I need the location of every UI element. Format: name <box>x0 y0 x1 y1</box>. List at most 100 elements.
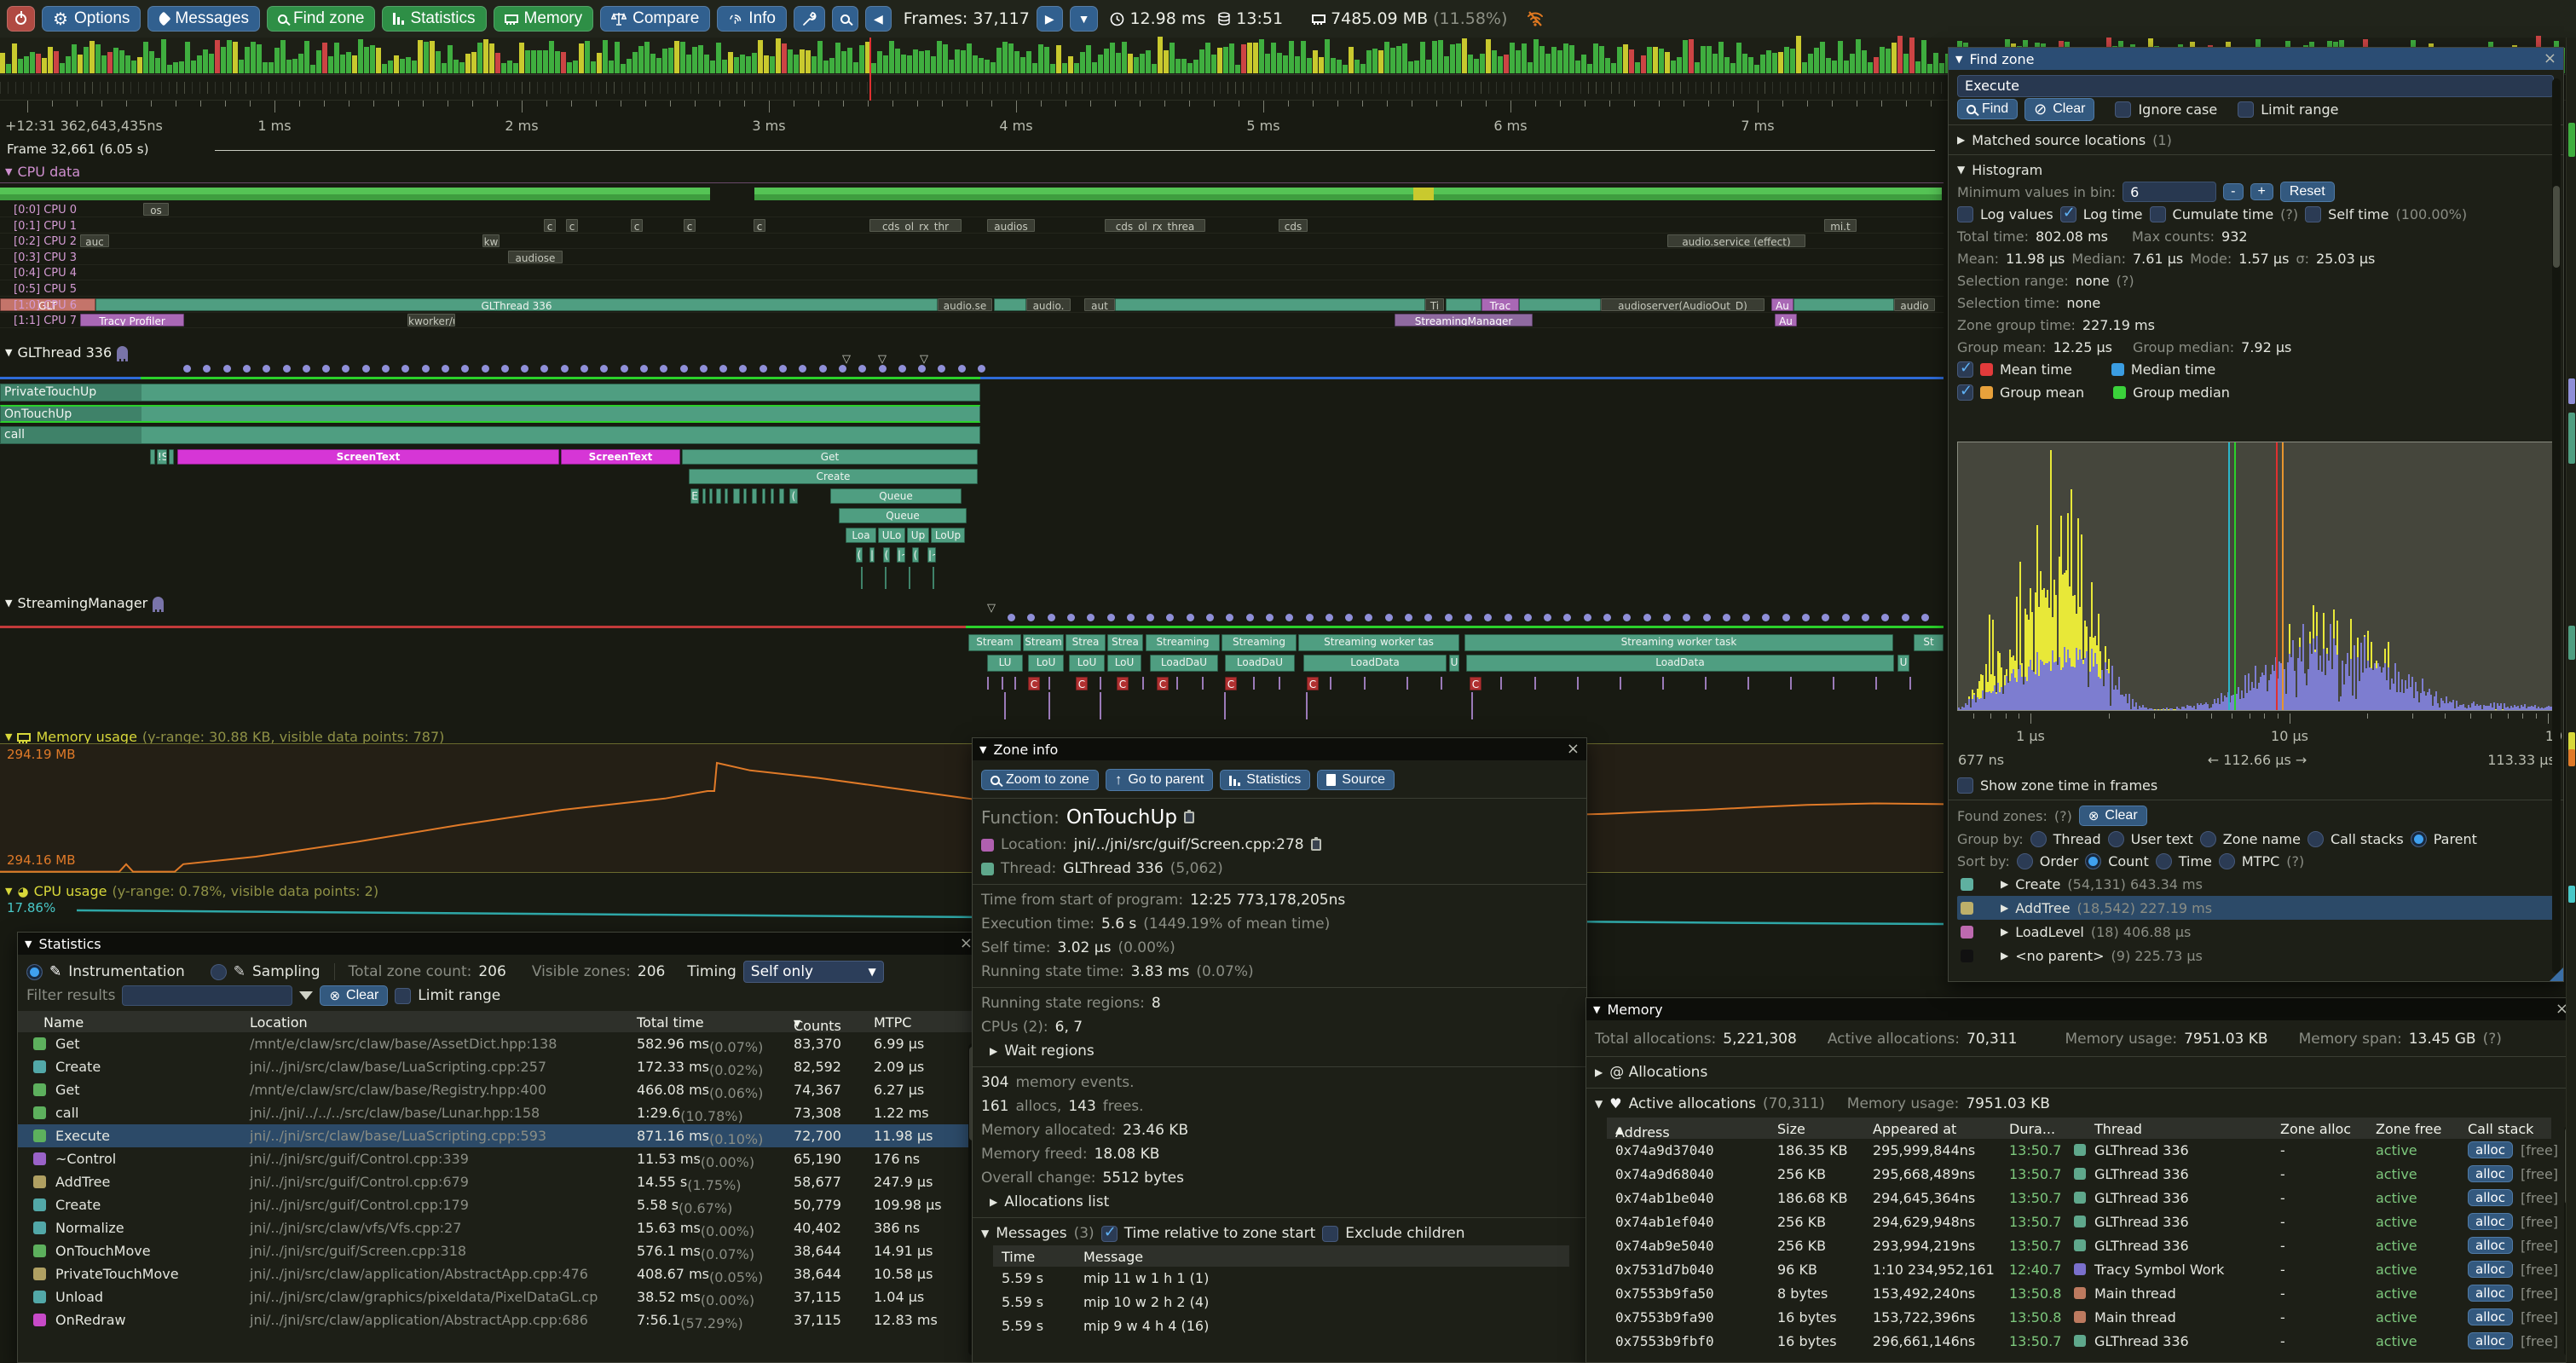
zone-cds_ol_rx_threa[interactable]: cds_ol_rx_threa <box>1105 219 1205 232</box>
alloc-callstack-button[interactable]: alloc <box>2468 1332 2513 1349</box>
allocation-row[interactable]: 0x7553b9fa9016 bytes153,722,396ns13:50.8… <box>1607 1306 2551 1330</box>
message-marker-icon[interactable]: ▽ <box>878 353 887 366</box>
group-by-radio-user-text[interactable] <box>2108 831 2124 847</box>
expand-icon[interactable]: ▶ <box>2001 926 2008 938</box>
zone-([interactable]: ( <box>912 547 919 563</box>
zone-LoadDaU[interactable]: LoadDaU <box>1150 655 1218 672</box>
found-zone-group[interactable]: ▶<no parent>(9) 225.73 µs <box>1957 944 2555 967</box>
zone-Streaming worker tas[interactable]: Streaming worker tas <box>1298 634 1459 651</box>
zone-St[interactable]: St <box>1914 634 1944 651</box>
sort-by-option[interactable]: Count <box>2108 853 2149 869</box>
main-scrollbar[interactable] <box>2566 38 2576 1363</box>
zoom-to-zone-button[interactable]: Zoom to zone <box>981 770 1099 790</box>
zone-block[interactable] <box>1115 298 1425 311</box>
decrement-button[interactable]: - <box>2223 183 2243 200</box>
group-by-option[interactable]: User text <box>2131 831 2193 847</box>
prev-frame-button[interactable]: ◀ <box>865 6 892 32</box>
table-row[interactable]: Executejni/../jni/src/claw/base/LuaScrip… <box>18 1124 979 1147</box>
zone-call[interactable]: call <box>0 426 980 444</box>
reset-button[interactable]: Reset <box>2280 182 2335 202</box>
table-row[interactable]: Get/mnt/e/claw/src/claw/base/AssetDict.h… <box>18 1032 979 1055</box>
group-by-radio-thread[interactable] <box>2030 831 2047 847</box>
clipboard-icon[interactable] <box>1311 839 1321 851</box>
find-zone-scrollbar[interactable] <box>2552 78 2561 973</box>
help-icon[interactable]: (?) <box>2483 1031 2502 1048</box>
messages-expander[interactable]: ▼ Messages (3) Time relative to zone sta… <box>981 1222 1578 1245</box>
zone-block[interactable] <box>779 488 784 504</box>
increment-button[interactable]: + <box>2250 183 2273 200</box>
sort-by-radio-order[interactable] <box>2017 853 2033 869</box>
col-zone-alloc[interactable]: Zone alloc <box>2280 1121 2351 1137</box>
col-size[interactable]: Size <box>1777 1121 1805 1137</box>
zone-LoadDaU[interactable]: LoadDaU <box>1225 655 1295 672</box>
zone-LoUp[interactable]: LoUp <box>931 528 965 543</box>
alloc-callstack-button[interactable]: alloc <box>2468 1237 2513 1254</box>
allocation-row[interactable]: 0x74ab9e5040256 KB293,994,219ns13:50.7GL… <box>1607 1234 2551 1258</box>
find-button[interactable]: Find <box>1957 99 2018 119</box>
zone-Stream[interactable]: Stream <box>1023 634 1064 651</box>
close-icon[interactable]: × <box>1567 742 1580 757</box>
group-mean-checkbox[interactable] <box>1957 384 1973 401</box>
col-mtpc[interactable]: MTPC <box>874 1014 911 1031</box>
allocation-row[interactable]: 0x7553b9fa508 bytes153,492,240ns13:50.8M… <box>1607 1282 2551 1306</box>
zone-block[interactable] <box>743 488 747 504</box>
instrumentation-radio[interactable] <box>26 964 43 980</box>
alloc-callstack-button[interactable]: alloc <box>2468 1141 2513 1158</box>
expand-icon[interactable]: ▶ <box>2001 902 2008 914</box>
zone-Loa[interactable]: Loa <box>846 528 876 543</box>
zone-Queue[interactable]: Queue <box>839 508 967 523</box>
table-row[interactable]: OnRedrawjni/../jni/src/claw/application/… <box>18 1308 979 1331</box>
table-row[interactable]: Createjni/../jni/src/guif/Control.cpp:17… <box>18 1193 979 1216</box>
table-row[interactable]: AddTreejni/../jni/src/guif/Control.cpp:6… <box>18 1170 979 1193</box>
cpu-row[interactable]: [1:0] CPU 6GLTGLThread 336audio.seaudio.… <box>0 298 1944 313</box>
zone-Up[interactable]: Up <box>907 528 929 543</box>
zone-GLThread 336[interactable]: GLThread 336 <box>95 298 938 311</box>
time-relative-checkbox[interactable] <box>1101 1226 1118 1242</box>
zone-block[interactable] <box>702 488 706 504</box>
power-button[interactable] <box>7 6 35 32</box>
zone-kw[interactable]: kw <box>482 234 500 247</box>
group-by-radio-parent[interactable] <box>2411 831 2427 847</box>
funnel-icon[interactable] <box>299 991 313 1000</box>
col-name[interactable]: Name <box>43 1014 84 1031</box>
col-location[interactable]: Location <box>250 1014 308 1031</box>
alloc-callstack-button[interactable]: alloc <box>2468 1213 2513 1230</box>
zone-LoU[interactable]: LoU <box>1028 655 1064 672</box>
allocation-row[interactable]: 0x74ab1ef040256 KB294,629,948ns13:50.7GL… <box>1607 1210 2551 1234</box>
glthread-header[interactable]: ▼ GLThread 336 <box>5 344 128 361</box>
group-by-option[interactable]: Call stacks <box>2331 831 2404 847</box>
zone-Create[interactable]: Create <box>689 469 978 484</box>
zone-block[interactable] <box>709 488 713 504</box>
options-button[interactable]: Options <box>42 6 141 32</box>
col-duration[interactable]: Dura... <box>2009 1121 2055 1137</box>
log-time-checkbox[interactable] <box>2060 206 2076 222</box>
zone-([interactable]: ( <box>856 547 863 563</box>
col-thread[interactable]: Thread <box>2094 1121 2142 1137</box>
frame-dropdown-button[interactable]: ▼ <box>1070 6 1099 32</box>
group-by-option[interactable]: Thread <box>2053 831 2101 847</box>
histogram-plot[interactable] <box>1957 442 2557 711</box>
zone-([interactable]: ( <box>789 488 798 504</box>
message-marker-icon[interactable]: ▽ <box>920 353 928 366</box>
zone-PrivateTouchUp[interactable]: PrivateTouchUp <box>0 384 980 401</box>
zone-block[interactable] <box>762 488 765 504</box>
zone-audio.se[interactable]: audio.se <box>938 298 992 311</box>
go-to-parent-button[interactable]: Go to parent <box>1106 769 1213 791</box>
zone-|~[interactable]: |~ <box>927 547 936 563</box>
allocations-expander[interactable]: ▶@ Allocations <box>1595 1060 2567 1084</box>
zone-c[interactable]: c <box>566 219 578 232</box>
zone-audios[interactable]: audios <box>987 219 1035 232</box>
zone-ScreenText[interactable]: ScreenText <box>177 449 559 465</box>
zone-block[interactable] <box>1519 298 1601 311</box>
zone-block[interactable] <box>1793 298 1894 311</box>
table-row[interactable]: Get/mnt/e/claw/src/claw/base/Registry.hp… <box>18 1078 979 1101</box>
message-marker-icon[interactable]: ▽ <box>842 353 851 366</box>
allocation-row[interactable]: 0x74a9d68040256 KB295,668,489ns13:50.7GL… <box>1607 1163 2551 1187</box>
cpu-row[interactable]: [0:0] CPU 0os <box>0 203 1944 217</box>
zone-block[interactable] <box>150 449 155 465</box>
messages-button[interactable]: Messages <box>147 6 260 32</box>
find-zone-button[interactable]: Find zone <box>267 6 375 32</box>
zoom-search-button[interactable] <box>832 6 858 32</box>
active-allocations-expander[interactable]: ▼ Active allocations (70,311) Memory usa… <box>1595 1092 2567 1116</box>
zone-C[interactable]: C <box>1307 677 1319 690</box>
